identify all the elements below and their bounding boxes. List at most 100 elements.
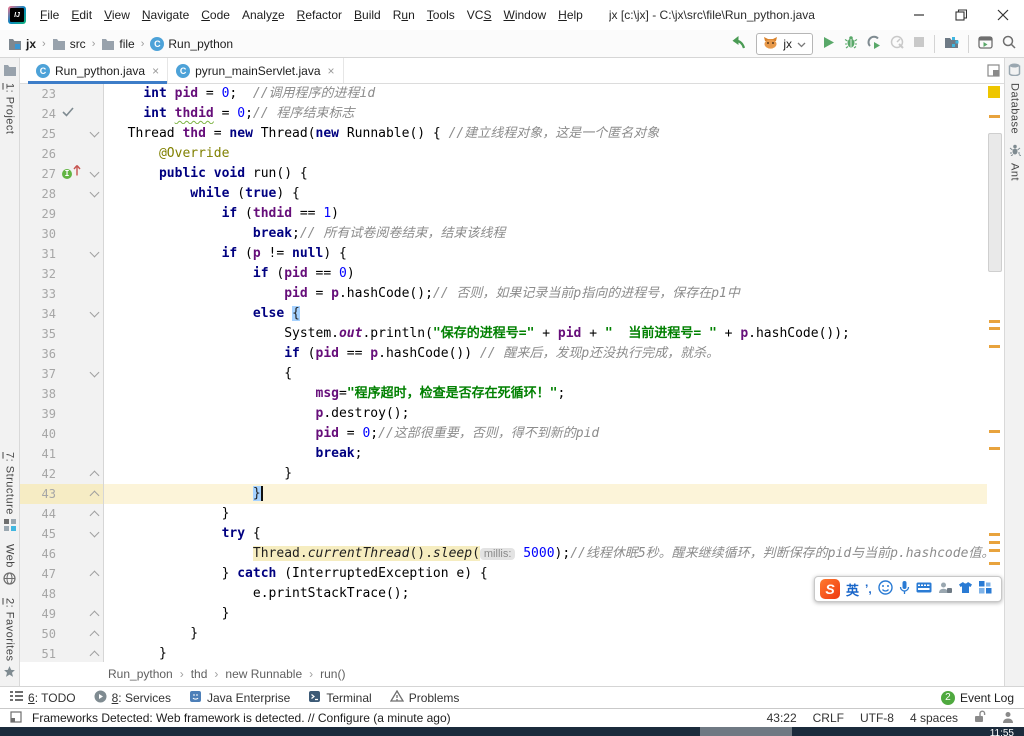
ime-punctuation-toggle[interactable]: ’,: [865, 582, 872, 596]
implementing-marker-icon[interactable]: I: [62, 169, 72, 179]
status-message[interactable]: Frameworks Detected: Web framework is de…: [32, 711, 451, 725]
fold-marker[interactable]: [86, 304, 104, 324]
windows-taskbar[interactable]: 11:55: [0, 727, 1024, 736]
tab-close-icon[interactable]: ×: [152, 64, 159, 78]
emoji-icon[interactable]: [878, 580, 893, 598]
run-configuration-select[interactable]: jx: [756, 33, 813, 55]
gutter[interactable]: 32: [20, 264, 104, 284]
menu-tools[interactable]: Tools: [421, 0, 461, 30]
ime-toolbar[interactable]: S 英 ’,: [814, 576, 1002, 602]
fold-marker[interactable]: [86, 524, 104, 544]
gutter[interactable]: 25: [20, 124, 104, 144]
restore-button[interactable]: [940, 0, 982, 30]
fold-marker[interactable]: [86, 624, 104, 644]
indent-setting[interactable]: 4 spaces: [910, 711, 958, 725]
gutter[interactable]: 49: [20, 604, 104, 624]
fold-marker[interactable]: [86, 164, 104, 184]
editor-breadcrumb-item[interactable]: Run_python: [108, 667, 173, 681]
menu-view[interactable]: View: [98, 0, 136, 30]
editor-breadcrumb-item[interactable]: new Runnable: [225, 667, 302, 681]
toolwindow-button-6-todo[interactable]: 6: TODO: [10, 691, 76, 705]
toolwindow-button-problems[interactable]: Problems: [390, 690, 460, 705]
inspection-status-icon[interactable]: [988, 86, 1000, 98]
menu-help[interactable]: Help: [552, 0, 589, 30]
menu-vcs[interactable]: VCS: [461, 0, 498, 30]
gutter[interactable]: 35: [20, 324, 104, 344]
stripe-button-1-project[interactable]: 1: Project: [3, 58, 17, 139]
gutter[interactable]: 47: [20, 564, 104, 584]
caret-position[interactable]: 43:22: [767, 711, 797, 725]
menu-window[interactable]: Window: [497, 0, 552, 30]
toolwindow-button-terminal[interactable]: Terminal: [308, 690, 371, 706]
override-marker-icon[interactable]: [73, 164, 81, 184]
gutter[interactable]: 31: [20, 244, 104, 264]
account-icon[interactable]: [938, 581, 952, 597]
gutter[interactable]: 27I: [20, 164, 104, 184]
breadcrumb-item-run_python[interactable]: CRun_python: [150, 37, 233, 51]
fold-marker[interactable]: [86, 604, 104, 624]
gutter[interactable]: 33: [20, 284, 104, 304]
stripe-button-2-favorites[interactable]: 2: Favorites: [3, 593, 16, 686]
tab-pyrun_mainServlet.java[interactable]: Cpyrun_mainServlet.java×: [168, 58, 343, 83]
minimize-button[interactable]: [898, 0, 940, 30]
editor-breadcrumb-item[interactable]: thd: [191, 667, 208, 681]
menu-file[interactable]: File: [34, 0, 65, 30]
gutter[interactable]: 26: [20, 144, 104, 164]
gutter[interactable]: 23: [20, 84, 104, 104]
toolbox-icon[interactable]: [979, 581, 992, 597]
fold-marker[interactable]: [86, 244, 104, 264]
stripe-button-database[interactable]: Database: [1008, 58, 1021, 139]
gutter[interactable]: 43: [20, 484, 104, 504]
breadcrumb-item-src[interactable]: src: [52, 37, 86, 51]
virtual-keyboard-icon[interactable]: [916, 582, 932, 596]
fold-marker[interactable]: [86, 644, 104, 662]
taskbar-button[interactable]: [700, 727, 792, 736]
close-button[interactable]: [982, 0, 1024, 30]
fold-marker[interactable]: [86, 564, 104, 584]
gutter[interactable]: 40: [20, 424, 104, 444]
skin-icon[interactable]: [958, 581, 973, 597]
stripe-button-ant[interactable]: Ant: [1009, 139, 1021, 186]
gutter[interactable]: 36: [20, 344, 104, 364]
fold-marker[interactable]: [86, 364, 104, 384]
scrollbar-thumb[interactable]: [988, 133, 1002, 272]
file-encoding[interactable]: UTF-8: [860, 711, 894, 725]
gutter[interactable]: 42: [20, 464, 104, 484]
tab-close-icon[interactable]: ×: [328, 64, 335, 78]
stripe-button-7-structure[interactable]: 7: Structure: [4, 447, 16, 539]
gutter[interactable]: 45: [20, 524, 104, 544]
line-ending[interactable]: CRLF: [813, 711, 844, 725]
tab-Run_python.java[interactable]: CRun_python.java×: [28, 58, 168, 83]
gutter[interactable]: 48: [20, 584, 104, 604]
microphone-icon[interactable]: [899, 580, 910, 598]
gutter[interactable]: 38: [20, 384, 104, 404]
menu-build[interactable]: Build: [348, 0, 387, 30]
breadcrumb-item-file[interactable]: file: [101, 37, 134, 51]
project-structure-icon[interactable]: [944, 35, 959, 52]
search-everywhere-icon[interactable]: [1002, 35, 1016, 52]
fold-marker[interactable]: [86, 484, 104, 504]
stripe-button-web[interactable]: Web: [3, 539, 16, 593]
gutter[interactable]: 50: [20, 624, 104, 644]
ime-language-toggle[interactable]: 英: [846, 580, 859, 599]
event-log-button[interactable]: 2Event Log: [941, 691, 1014, 705]
gutter[interactable]: 29: [20, 204, 104, 224]
menu-analyze[interactable]: Analyze: [236, 0, 291, 30]
editor-corner-icon[interactable]: [987, 58, 1004, 83]
gutter[interactable]: 34: [20, 304, 104, 324]
gutter[interactable]: 39: [20, 404, 104, 424]
build-arrow-icon[interactable]: [730, 34, 747, 53]
gutter[interactable]: 51: [20, 644, 104, 662]
menu-run[interactable]: Run: [387, 0, 421, 30]
gutter[interactable]: 24: [20, 104, 104, 124]
gutter[interactable]: 46: [20, 544, 104, 564]
menu-code[interactable]: Code: [195, 0, 236, 30]
run-button[interactable]: [822, 36, 835, 52]
toolwindow-button-java-enterprise[interactable]: Java Enterprise: [189, 690, 290, 706]
menu-refactor[interactable]: Refactor: [291, 0, 348, 30]
toolwindow-button-8-services[interactable]: 8: Services: [94, 690, 171, 706]
toolwindow-toggle-icon[interactable]: [10, 711, 22, 726]
run-anything-icon[interactable]: [978, 36, 993, 52]
gutter[interactable]: 28: [20, 184, 104, 204]
fold-marker[interactable]: [86, 464, 104, 484]
